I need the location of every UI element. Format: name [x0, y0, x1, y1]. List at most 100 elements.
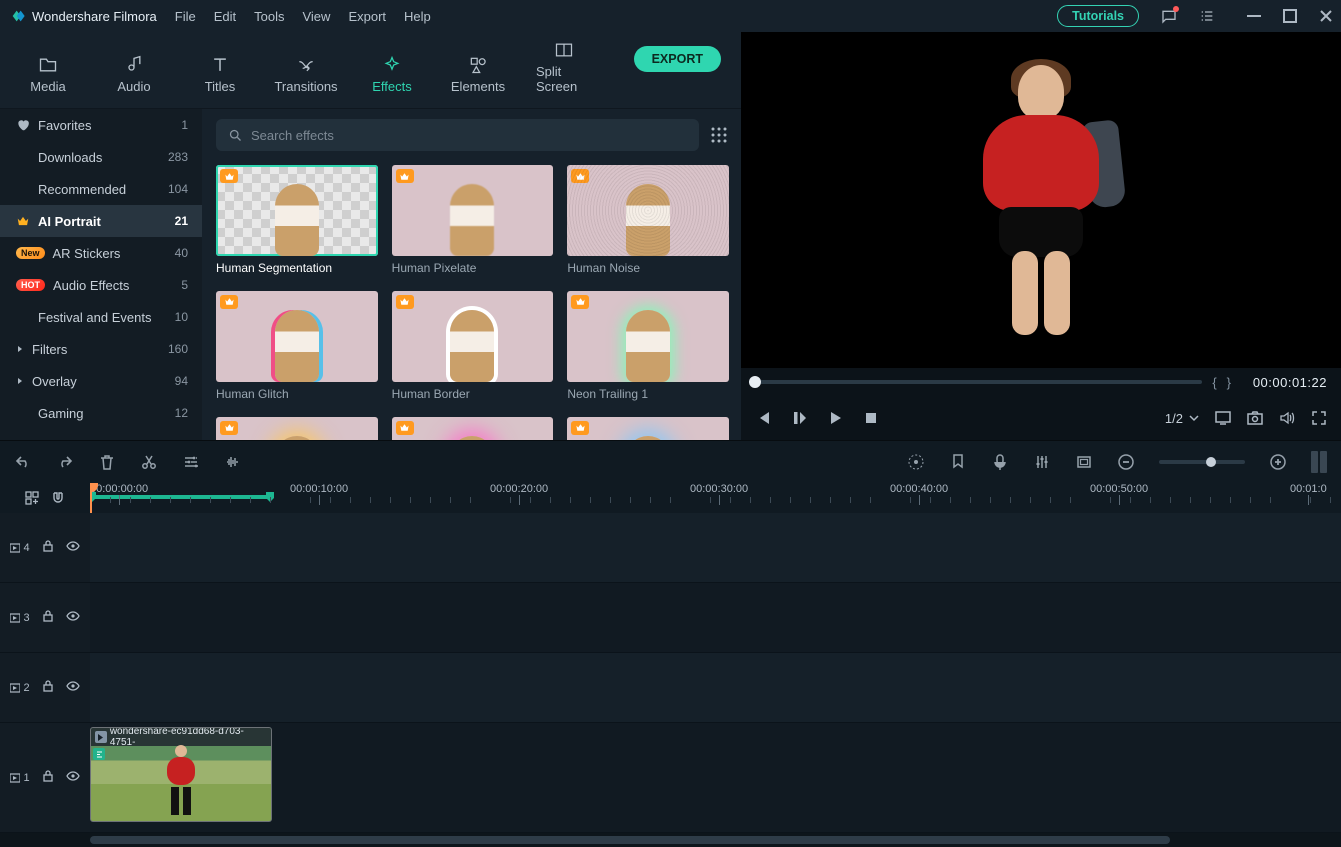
redo-icon[interactable] — [56, 453, 74, 471]
brace-open-icon[interactable]: { — [1212, 375, 1216, 390]
module-elements[interactable]: Elements — [450, 55, 506, 94]
module-titles[interactable]: Titles — [192, 55, 248, 94]
category-overlay[interactable]: Overlay94 — [0, 365, 202, 397]
track-body[interactable] — [90, 513, 1341, 582]
effect-card-neon-trailing-1[interactable]: Neon Trailing 1 — [567, 291, 729, 401]
search-effects[interactable] — [216, 119, 699, 151]
split-icon[interactable] — [140, 453, 158, 471]
crop-icon[interactable] — [1075, 453, 1093, 471]
window-maximize-icon[interactable] — [1283, 9, 1297, 23]
category-ai-portrait[interactable]: AI Portrait21 — [0, 205, 202, 237]
visibility-icon[interactable] — [66, 609, 80, 626]
fullscreen-icon[interactable] — [1311, 410, 1327, 426]
preview-video[interactable] — [741, 32, 1341, 368]
lock-track-icon[interactable] — [42, 540, 54, 555]
preview-scale-select[interactable]: 1/2 — [1165, 411, 1199, 426]
effect-card-glow2[interactable] — [392, 417, 554, 440]
effect-thumbnail[interactable] — [216, 417, 378, 440]
module-media[interactable]: Media — [20, 55, 76, 94]
view-toggle-icon[interactable] — [709, 125, 729, 145]
timeline-clip[interactable]: wondershare-ec91dd68-d703-4751- — [90, 727, 272, 822]
visibility-icon[interactable] — [66, 679, 80, 696]
effect-thumbnail[interactable] — [216, 165, 378, 256]
lock-track-icon[interactable] — [42, 610, 54, 625]
volume-icon[interactable] — [1279, 410, 1295, 426]
category-filters[interactable]: Filters160 — [0, 333, 202, 365]
export-button[interactable]: EXPORT — [634, 46, 721, 72]
module-splitscreen[interactable]: Split Screen — [536, 40, 592, 94]
visibility-icon[interactable] — [66, 769, 80, 786]
timeline-playhead[interactable] — [90, 483, 92, 513]
effect-thumbnail[interactable] — [567, 165, 729, 256]
messages-icon[interactable] — [1161, 8, 1177, 24]
effect-card-glow1[interactable] — [216, 417, 378, 440]
stop-icon[interactable] — [863, 410, 879, 426]
category-downloads[interactable]: Downloads283 — [0, 141, 202, 173]
effect-thumbnail[interactable] — [567, 417, 729, 440]
zoom-out-icon[interactable] — [1117, 453, 1135, 471]
edit-props-icon[interactable] — [182, 453, 200, 471]
lock-track-icon[interactable] — [42, 680, 54, 695]
timeline-hscroll-thumb[interactable] — [90, 836, 1170, 844]
marker-icon[interactable] — [949, 453, 967, 471]
tutorials-button[interactable]: Tutorials — [1057, 5, 1139, 27]
match-frame-icon[interactable] — [1311, 451, 1327, 473]
snapshot-icon[interactable] — [1247, 410, 1263, 426]
lock-track-icon[interactable] — [42, 770, 54, 785]
effect-thumbnail[interactable] — [392, 417, 554, 440]
effect-card-glow3[interactable] — [567, 417, 729, 440]
track-body[interactable] — [90, 653, 1341, 722]
tasks-icon[interactable] — [1199, 8, 1215, 24]
track-body[interactable] — [90, 583, 1341, 652]
preview-scrubber[interactable] — [755, 380, 1202, 384]
effect-thumbnail[interactable] — [392, 291, 554, 382]
category-audio-effects[interactable]: HOTAudio Effects5 — [0, 269, 202, 301]
prev-frame-icon[interactable] — [755, 410, 771, 426]
audio-mixer-icon[interactable] — [1033, 453, 1051, 471]
menu-view[interactable]: View — [302, 9, 330, 24]
effect-card-human-border[interactable]: Human Border — [392, 291, 554, 401]
audio-edit-icon[interactable] — [224, 453, 242, 471]
effect-thumbnail[interactable] — [567, 291, 729, 382]
category-lut[interactable]: LUT26 — [0, 429, 202, 440]
effect-card-human-segmentation[interactable]: Human Segmentation — [216, 165, 378, 275]
module-transitions[interactable]: Transitions — [278, 55, 334, 94]
category-ar-stickers[interactable]: NewAR Stickers40 — [0, 237, 202, 269]
menu-export[interactable]: Export — [348, 9, 386, 24]
effect-card-human-noise[interactable]: Human Noise — [567, 165, 729, 275]
zoom-slider[interactable] — [1159, 460, 1245, 464]
effect-card-human-pixelate[interactable]: Human Pixelate — [392, 165, 554, 275]
visibility-icon[interactable] — [66, 539, 80, 556]
timeline-ruler[interactable]: 00:00:00:0000:00:10:0000:00:20:0000:00:3… — [90, 483, 1341, 513]
effect-thumbnail[interactable] — [216, 291, 378, 382]
undo-icon[interactable] — [14, 453, 32, 471]
module-effects[interactable]: Effects — [364, 55, 420, 94]
display-settings-icon[interactable] — [1215, 410, 1231, 426]
scrub-handle[interactable] — [749, 376, 761, 388]
menu-tools[interactable]: Tools — [254, 9, 284, 24]
timeline-hscroll[interactable] — [0, 833, 1341, 847]
play-pause-icon[interactable] — [791, 410, 807, 426]
menu-file[interactable]: File — [175, 9, 196, 24]
play-icon[interactable] — [827, 410, 843, 426]
search-input[interactable] — [251, 128, 687, 143]
window-minimize-icon[interactable] — [1247, 9, 1261, 23]
category-gaming[interactable]: Gaming12 — [0, 397, 202, 429]
track-body[interactable]: wondershare-ec91dd68-d703-4751- — [90, 723, 1341, 832]
brace-close-icon[interactable]: } — [1227, 375, 1231, 390]
effect-card-human-glitch[interactable]: Human Glitch — [216, 291, 378, 401]
menu-help[interactable]: Help — [404, 9, 431, 24]
window-close-icon[interactable] — [1319, 9, 1333, 23]
category-recommended[interactable]: Recommended104 — [0, 173, 202, 205]
module-audio[interactable]: Audio — [106, 55, 162, 94]
menu-edit[interactable]: Edit — [214, 9, 236, 24]
delete-icon[interactable] — [98, 453, 116, 471]
voiceover-icon[interactable] — [991, 453, 1009, 471]
zoom-in-icon[interactable] — [1269, 453, 1287, 471]
render-preview-icon[interactable] — [907, 453, 925, 471]
magnet-icon[interactable] — [50, 490, 66, 506]
effect-thumbnail[interactable] — [392, 165, 554, 256]
category-favorites[interactable]: Favorites1 — [0, 109, 202, 141]
track-manage-icon[interactable] — [24, 490, 40, 506]
category-festival-and-events[interactable]: Festival and Events10 — [0, 301, 202, 333]
